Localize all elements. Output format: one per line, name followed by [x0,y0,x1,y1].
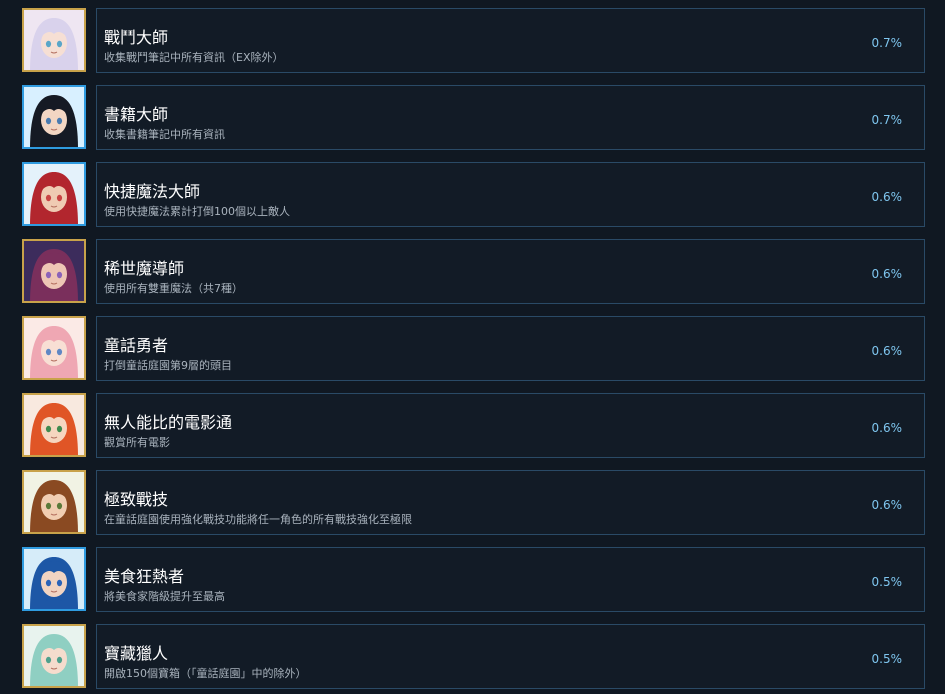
achievement-unlock-percentage: 0.6% [871,421,903,435]
achievement-panel: 美食狂熱者將美食家階級提升至最高 0.5% [96,547,925,612]
achievement-unlock-percentage: 0.5% [871,652,903,666]
achievement-description: 使用快捷魔法累計打倒100個以上敵人 [104,205,290,218]
achievement-row[interactable]: 稀世魔導師使用所有雙重魔法（共7種） 0.6% [22,239,925,304]
achievement-unlock-percentage: 0.5% [871,575,903,589]
pink-haired-girl-portrait-icon [22,316,86,380]
achievement-title: 無人能比的電影通 [104,413,233,432]
achievement-title: 寶藏獵人 [104,644,169,663]
achievement-list: 戰鬥大師 收集戰鬥筆記中所有資訊（EX除外） 0.7% 書籍大師 收集書籍筆記中所有資訊… [0,0,945,694]
achievement-title: 戰鬥大師 [104,28,169,47]
brown-haired-boy-portrait-icon [22,470,86,534]
achievement-row[interactable]: 書籍大師收集書籍筆記中所有資訊 0.7% [22,85,925,150]
achievement-description: 將美食家階級提升至最高 [104,590,225,603]
achievement-description: 觀賞所有電影 [104,436,170,449]
achievement-description: 打倒童話庭園第9層的頭目 [104,359,232,372]
achievement-row[interactable]: 無人能比的電影通觀賞所有電影 0.6% [22,393,925,458]
achievement-unlock-percentage: 0.7% [871,113,903,127]
achievement-title: 美食狂熱者 [104,567,185,586]
achievement-panel: 童話勇者打倒童話庭園第9層的頭目 0.6% [96,316,925,381]
achievement-unlock-percentage: 0.6% [871,267,903,281]
teal-haired-maid-portrait-icon [22,624,86,688]
achievement-panel: 快捷魔法大師使用快捷魔法累計打倒100個以上敵人 0.6% [96,162,925,227]
dark-haired-girl-portrait-icon [22,85,86,149]
red-haired-man-portrait-icon [22,162,86,226]
achievement-row[interactable]: 戰鬥大師收集戰鬥筆記中所有資訊（EX除外） 0.7% [22,8,925,73]
achievement-title: 童話勇者 [104,336,169,355]
achievement-panel: 寶藏獵人開啟150個寶箱（「童話庭園」中的除外） 0.5% [96,624,925,689]
achievement-title: 書籍大師 [104,105,169,124]
achievement-unlock-percentage: 0.6% [871,498,903,512]
achievement-unlock-percentage: 0.6% [871,344,903,358]
achievement-row[interactable]: 美食狂熱者將美食家階級提升至最高 0.5% [22,547,925,612]
blue-haired-girl-portrait-icon [22,547,86,611]
achievement-panel: 極致戰技在童話庭園使用強化戰技功能將任一角色的所有戰技強化至極限 0.6% [96,470,925,535]
achievement-description: 收集書籍筆記中所有資訊 [104,128,225,141]
achievement-row[interactable]: 快捷魔法大師使用快捷魔法累計打倒100個以上敵人 0.6% [22,162,925,227]
achievement-title: 快捷魔法大師 [104,182,201,201]
achievement-description: 收集戰鬥筆記中所有資訊（EX除外） [104,51,284,64]
achievement-row[interactable]: 寶藏獵人開啟150個寶箱（「童話庭園」中的除外） 0.5% [22,624,925,689]
achievement-row[interactable]: 童話勇者打倒童話庭園第9層的頭目 0.6% [22,316,925,381]
orange-haired-girl-portrait-icon [22,393,86,457]
achievement-description: 在童話庭園使用強化戰技功能將任一角色的所有戰技強化至極限 [104,513,412,526]
achievement-panel: 無人能比的電影通觀賞所有電影 0.6% [96,393,925,458]
achievement-title: 稀世魔導師 [104,259,185,278]
achievement-description: 使用所有雙重魔法（共7種） [104,282,243,295]
achievement-panel: 書籍大師收集書籍筆記中所有資訊 0.7% [96,85,925,150]
achievement-panel: 戰鬥大師收集戰鬥筆記中所有資訊（EX除外） 0.7% [96,8,925,73]
achievement-title: 極致戰技 [104,490,169,509]
achievement-description: 開啟150個寶箱（「童話庭園」中的除外） [104,667,307,680]
achievement-row[interactable]: 極致戰技在童話庭園使用強化戰技功能將任一角色的所有戰技強化至極限 0.6% [22,470,925,535]
white-haired-girl-portrait-icon [22,8,86,72]
achievement-panel: 稀世魔導師使用所有雙重魔法（共7種） 0.6% [96,239,925,304]
achievement-unlock-percentage: 0.7% [871,36,903,50]
purple-haired-man-portrait-icon [22,239,86,303]
achievement-unlock-percentage: 0.6% [871,190,903,204]
